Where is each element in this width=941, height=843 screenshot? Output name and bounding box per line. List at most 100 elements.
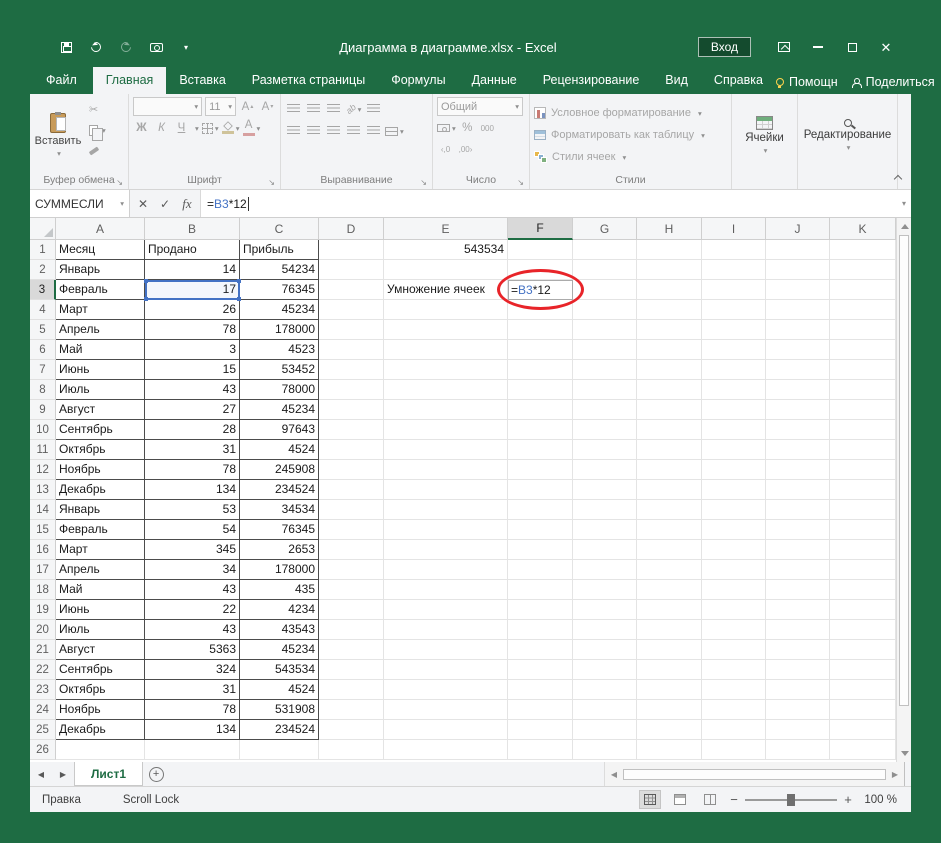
cell-J5[interactable] — [766, 320, 830, 340]
cell-G12[interactable] — [573, 460, 637, 480]
cell-C14[interactable]: 34534 — [240, 500, 319, 520]
cell-K10[interactable] — [830, 420, 896, 440]
cell-G26[interactable] — [573, 740, 637, 760]
number-format-select[interactable]: Общий▾ — [437, 97, 523, 116]
insert-function-button[interactable]: fx — [176, 190, 198, 217]
cell-H4[interactable] — [637, 300, 702, 320]
cell-H3[interactable] — [637, 280, 702, 300]
row-header-7[interactable]: 7 — [30, 360, 56, 380]
cell-B14[interactable]: 53 — [145, 500, 240, 520]
column-header-B[interactable]: B — [145, 218, 240, 240]
tab-insert[interactable]: Вставка — [166, 67, 238, 94]
collapse-ribbon-button[interactable] — [894, 174, 902, 182]
cell-J12[interactable] — [766, 460, 830, 480]
cell-G1[interactable] — [573, 240, 637, 260]
cell-C9[interactable]: 45234 — [240, 400, 319, 420]
cell-C4[interactable]: 45234 — [240, 300, 319, 320]
cell-J20[interactable] — [766, 620, 830, 640]
conditional-formatting-button[interactable]: Условное форматирование ▾ — [534, 104, 727, 123]
cell-C20[interactable]: 43543 — [240, 620, 319, 640]
cell-G14[interactable] — [573, 500, 637, 520]
select-all-button[interactable] — [30, 218, 56, 240]
new-sheet-button[interactable]: + — [143, 762, 169, 786]
row-header-12[interactable]: 12 — [30, 460, 56, 480]
cell-I13[interactable] — [702, 480, 766, 500]
cell-K9[interactable] — [830, 400, 896, 420]
cell-F21[interactable] — [508, 640, 573, 660]
cell-A3[interactable]: Февраль — [56, 280, 145, 300]
row-header-23[interactable]: 23 — [30, 680, 56, 700]
row-header-15[interactable]: 15 — [30, 520, 56, 540]
cell-K18[interactable] — [830, 580, 896, 600]
tab-file[interactable]: Файл — [30, 67, 93, 94]
cell-H12[interactable] — [637, 460, 702, 480]
cell-E22[interactable] — [384, 660, 508, 680]
cell-K17[interactable] — [830, 560, 896, 580]
cell-D16[interactable] — [319, 540, 384, 560]
row-header-1[interactable]: 1 — [30, 240, 56, 260]
cell-F4[interactable] — [508, 300, 573, 320]
close-button[interactable]: ✕ — [871, 34, 901, 60]
cell-A12[interactable]: Ноябрь — [56, 460, 145, 480]
cell-K15[interactable] — [830, 520, 896, 540]
cell-K21[interactable] — [830, 640, 896, 660]
cell-C16[interactable]: 2653 — [240, 540, 319, 560]
cell-D3[interactable] — [319, 280, 384, 300]
cell-I1[interactable] — [702, 240, 766, 260]
cell-E14[interactable] — [384, 500, 508, 520]
cell-B10[interactable]: 28 — [145, 420, 240, 440]
cell-F6[interactable] — [508, 340, 573, 360]
cell-K12[interactable] — [830, 460, 896, 480]
tab-help[interactable]: Справка — [701, 67, 776, 94]
cell-F10[interactable] — [508, 420, 573, 440]
cell-K26[interactable] — [830, 740, 896, 760]
cell-A10[interactable]: Сентябрь — [56, 420, 145, 440]
zoom-out-button[interactable]: − — [729, 792, 739, 807]
cell-H6[interactable] — [637, 340, 702, 360]
row-header-22[interactable]: 22 — [30, 660, 56, 680]
tab-formulas[interactable]: Формулы — [378, 67, 458, 94]
cell-D6[interactable] — [319, 340, 384, 360]
cell-D10[interactable] — [319, 420, 384, 440]
cell-B5[interactable]: 78 — [145, 320, 240, 340]
cell-F12[interactable] — [508, 460, 573, 480]
cell-D4[interactable] — [319, 300, 384, 320]
cell-J2[interactable] — [766, 260, 830, 280]
cell-C15[interactable]: 76345 — [240, 520, 319, 540]
cell-C8[interactable]: 78000 — [240, 380, 319, 400]
cell-I4[interactable] — [702, 300, 766, 320]
cell-H25[interactable] — [637, 720, 702, 740]
cell-E15[interactable] — [384, 520, 508, 540]
cell-J19[interactable] — [766, 600, 830, 620]
cell-C6[interactable]: 4523 — [240, 340, 319, 360]
tab-split-handle[interactable] — [904, 762, 911, 786]
increase-indent-button[interactable] — [365, 122, 382, 140]
cell-F1[interactable] — [508, 240, 573, 260]
cell-K5[interactable] — [830, 320, 896, 340]
cell-H15[interactable] — [637, 520, 702, 540]
cell-I14[interactable] — [702, 500, 766, 520]
cell-C7[interactable]: 53452 — [240, 360, 319, 380]
cell-F24[interactable] — [508, 700, 573, 720]
cell-E10[interactable] — [384, 420, 508, 440]
row-header-8[interactable]: 8 — [30, 380, 56, 400]
vertical-scroll-thumb[interactable] — [899, 235, 909, 706]
cell-J23[interactable] — [766, 680, 830, 700]
row-header-4[interactable]: 4 — [30, 300, 56, 320]
shrink-font-button[interactable]: А▾ — [259, 98, 276, 116]
cell-C26[interactable] — [240, 740, 319, 760]
cell-editor-f3[interactable]: =B3*12 — [508, 280, 573, 300]
cell-J4[interactable] — [766, 300, 830, 320]
cell-B19[interactable]: 22 — [145, 600, 240, 620]
cell-H22[interactable] — [637, 660, 702, 680]
cell-K11[interactable] — [830, 440, 896, 460]
cell-J26[interactable] — [766, 740, 830, 760]
format-as-table-button[interactable]: Форматировать как таблицу ▾ — [534, 126, 727, 145]
cell-I15[interactable] — [702, 520, 766, 540]
cell-B2[interactable]: 14 — [145, 260, 240, 280]
cell-F19[interactable] — [508, 600, 573, 620]
alignment-dialog-launcher[interactable]: ↘ — [420, 178, 427, 187]
cell-B4[interactable]: 26 — [145, 300, 240, 320]
column-header-I[interactable]: I — [702, 218, 766, 240]
borders-button[interactable]: ▾ — [202, 119, 219, 137]
